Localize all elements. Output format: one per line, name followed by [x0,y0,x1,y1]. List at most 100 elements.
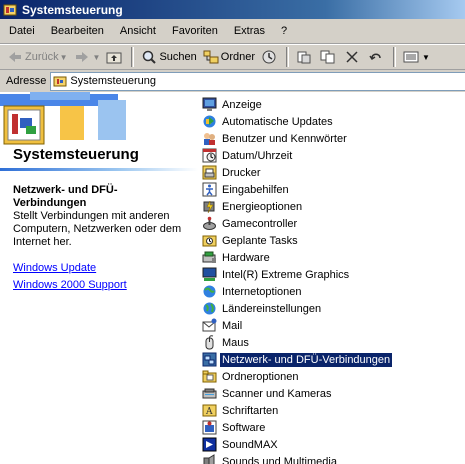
item-laendereinstellungen[interactable]: Ländereinstellungen [202,300,462,317]
menu-view[interactable]: Ansicht [112,20,164,42]
window-title: Systemsteuerung [22,2,123,17]
printer-icon [202,165,217,180]
back-arrow-icon [9,52,21,62]
item-netzwerk-dfue[interactable]: Netzwerk- und DFÜ-Verbindungen [202,351,462,368]
menu-favorites[interactable]: Favoriten [164,20,226,42]
item-gamecontroller[interactable]: Gamecontroller [202,215,462,232]
network-icon [202,352,217,367]
history-button[interactable] [258,46,282,68]
globe-icon [203,302,216,315]
item-internetoptionen[interactable]: Internetoptionen [202,283,462,300]
delete-button[interactable] [341,46,365,68]
copy-to-button[interactable] [317,46,341,68]
sounds-icon [203,454,215,464]
views-button[interactable]: ▼ [400,46,433,68]
item-geplante-tasks[interactable]: Geplante Tasks [202,232,462,249]
control-panel-icon [3,4,17,15]
fonts-icon: A [202,404,217,417]
item-energieoptionen[interactable]: Energieoptionen [202,198,462,215]
item-schriftarten[interactable]: A Schriftarten [202,402,462,419]
display-icon [202,97,217,111]
delete-icon [346,51,358,63]
toolbar: Zurück ▼ ▼ Suchen Ordner ▼ [0,44,465,70]
toolbar-separator [393,47,397,67]
control-panel-folder-icon [53,76,67,87]
item-ordneroptionen[interactable]: Ordneroptionen [202,368,462,385]
item-benutzer[interactable]: Benutzer und Kennwörter [202,130,462,147]
forward-dropdown-icon[interactable]: ▼ [93,53,101,62]
item-soundmax[interactable]: SoundMAX [202,436,462,453]
move-to-button[interactable] [293,46,317,68]
item-mail[interactable]: Mail [202,317,462,334]
search-icon [143,50,157,64]
users-icon [204,133,215,145]
back-dropdown-icon[interactable]: ▼ [60,53,68,62]
clock-icon [202,148,217,163]
up-folder-button[interactable] [103,46,127,68]
item-intel-graphics[interactable]: Intel(R) Extreme Graphics [202,266,462,283]
copy-to-icon [320,50,335,64]
folders-icon [203,50,219,64]
folders-button[interactable]: Ordner [200,46,258,68]
updates-icon [203,115,216,128]
panel-title: Systemsteuerung [13,146,139,163]
tasks-folder-icon [202,235,217,247]
item-eingabehilfen[interactable]: Eingabehilfen [202,181,462,198]
search-label: Suchen [159,51,197,63]
menu-help[interactable]: ? [273,20,295,42]
folders-label: Ordner [220,51,256,63]
item-software[interactable]: Software [202,419,462,436]
back-button[interactable]: Zurück ▼ [4,46,71,68]
history-icon [262,50,276,64]
windows-update-link[interactable]: Windows Update [13,262,96,274]
menu-tools[interactable]: Extras [226,20,273,42]
address-value: Systemsteuerung [70,75,156,87]
address-bar: Adresse Systemsteuerung [0,70,465,93]
views-dropdown-icon[interactable]: ▼ [422,53,430,62]
forward-arrow-icon [75,52,88,62]
control-panel-items: Anzeige Automatische Updates Benutzer un… [202,96,462,464]
accessibility-icon [202,182,217,197]
mail-icon [202,318,217,332]
title-divider [0,168,198,171]
svg-text:A: A [205,407,213,417]
item-datum-uhrzeit[interactable]: Datum/Uhrzeit [202,147,462,164]
back-label: Zurück [25,51,59,63]
folder-options-icon [202,370,217,383]
software-icon [202,420,217,435]
windows-2000-support-link[interactable]: Windows 2000 Support [13,279,127,291]
item-anzeige[interactable]: Anzeige [202,96,462,113]
mouse-icon [205,335,214,350]
power-icon [203,200,215,214]
search-button[interactable]: Suchen [138,46,199,68]
undo-icon [369,53,381,61]
selected-item-name: Netzwerk- und DFÜ-Verbindungen [13,184,118,209]
soundmax-icon [202,437,217,452]
toolbar-separator [286,47,290,67]
toolbar-separator [131,47,135,67]
gamepad-icon [203,216,216,230]
item-drucker[interactable]: Drucker [202,164,462,181]
address-label: Adresse [6,75,47,87]
scanner-icon [202,388,217,399]
item-sounds-multimedia[interactable]: Sounds und Multimedia [202,453,462,464]
menu-bar: Datei Bearbeiten Ansicht Favoriten Extra… [0,19,465,44]
info-panel: Systemsteuerung Netzwerk- und DFÜ-Verbin… [0,92,198,464]
menu-edit[interactable]: Bearbeiten [43,20,112,42]
up-folder-icon [106,52,122,64]
graphics-icon [202,267,217,281]
content-area: Systemsteuerung Netzwerk- und DFÜ-Verbin… [0,92,465,464]
selected-item-description: Stellt Verbindungen mit anderen Computer… [13,210,182,248]
title-bar: Systemsteuerung [0,0,465,19]
undo-button[interactable] [365,46,389,68]
forward-button[interactable]: ▼ [71,46,104,68]
hardware-icon [202,251,216,263]
internet-icon [203,285,216,298]
menu-file[interactable]: Datei [0,20,43,42]
item-maus[interactable]: Maus [202,334,462,351]
views-icon [403,51,419,63]
item-hardware[interactable]: Hardware [202,249,462,266]
item-automatische-updates[interactable]: Automatische Updates [202,113,462,130]
address-field[interactable]: Systemsteuerung [50,71,465,91]
item-scanner-kameras[interactable]: Scanner und Kameras [202,385,462,402]
